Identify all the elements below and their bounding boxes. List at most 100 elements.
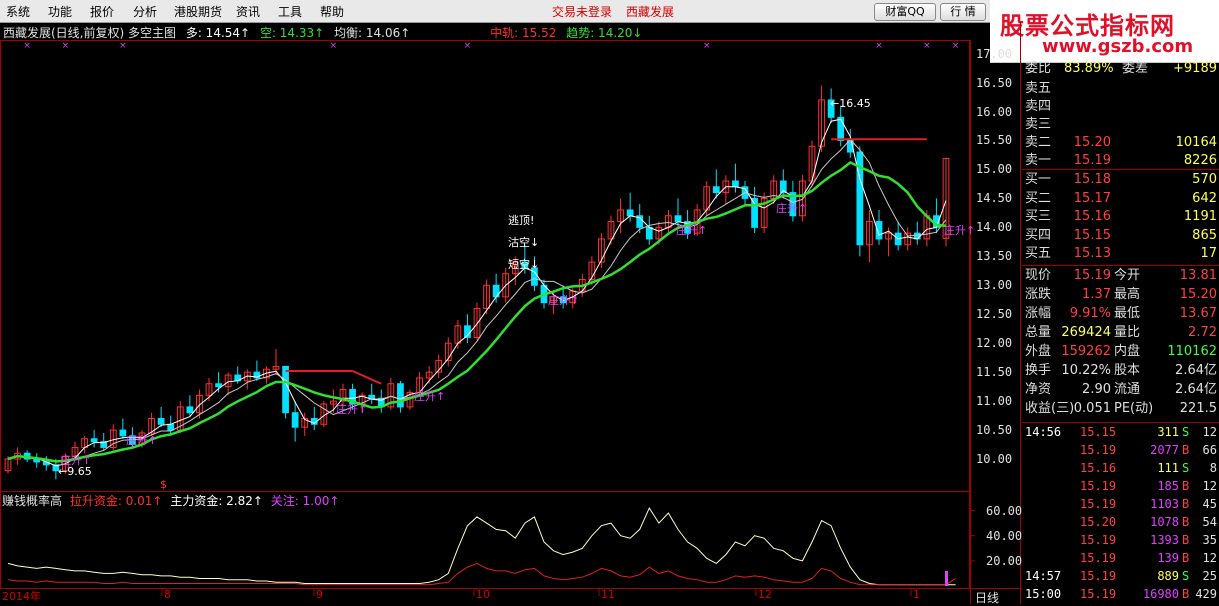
stat-label: 最低: [1114, 306, 1141, 321]
stat-value: 9.91%: [1069, 306, 1111, 321]
stat-label: 最高: [1114, 287, 1141, 302]
ma-short-line: [7, 118, 947, 467]
tick-volume: 2077: [1150, 443, 1179, 457]
indicator-name: 赚钱概率高: [2, 494, 63, 508]
bid-volume: 642: [1192, 190, 1217, 206]
candle-body: [119, 429, 127, 437]
tick-time: 14:56: [1025, 425, 1062, 439]
date-tick-label: 1: [913, 588, 920, 601]
tick-side: B: [1182, 443, 1190, 457]
stat-label: 流通: [1114, 382, 1141, 397]
tick-time: 15:00: [1025, 587, 1062, 601]
bid-price: 15.13: [1073, 246, 1111, 261]
price-tick-label: 12.00: [976, 336, 1013, 351]
tick-price: 15.19: [1080, 533, 1117, 547]
candle-body: [167, 423, 175, 431]
ask-price: 15.20: [1073, 135, 1111, 150]
price-tick-label: 10.50: [976, 423, 1013, 438]
indicator-tick-label: 20.00: [986, 553, 1023, 568]
tick-row: 14:57 15.19 889 S 25: [1022, 568, 1219, 585]
bid-volume: 1191: [1183, 209, 1217, 224]
panel-divider: [1022, 422, 1219, 423]
price-tick-label: 16.00: [976, 104, 1013, 119]
zhusheng-signal: 庄升↑: [414, 390, 446, 403]
kline-chart[interactable]: × × × × × × × × ×: [0, 0, 1022, 604]
tick-volume: 111: [1157, 461, 1179, 475]
tick-count: 12: [1202, 551, 1217, 565]
period-label[interactable]: 日线: [975, 589, 999, 606]
stat-value: 10.22%: [1061, 363, 1111, 378]
tick-volume: 889: [1157, 569, 1179, 583]
jiekong-signal: 沽空↓: [508, 236, 540, 249]
tick-price: 15.15: [1080, 425, 1117, 439]
bid-price: 15.17: [1073, 190, 1111, 206]
tick-row: 14:56 15.15 311 S 12: [1022, 424, 1219, 441]
weicha-value: +9189: [1173, 61, 1217, 76]
duankong-signal: 短空↓: [508, 258, 540, 271]
zhusheng-signal: 庄升↑: [776, 202, 808, 215]
price-tick-label: 12.50: [976, 307, 1013, 322]
ask-label: 卖一: [1025, 153, 1052, 168]
stat-value: 110162: [1167, 344, 1217, 359]
tick-side: B: [1182, 533, 1190, 547]
tick-row: 15.16 111 S 8: [1022, 460, 1219, 477]
bid-label: 买四: [1025, 227, 1052, 243]
ask-row: 卖三: [1022, 116, 1219, 134]
stat-value: 2.72: [1188, 325, 1217, 340]
tick-price: 15.19: [1080, 497, 1117, 511]
price-tick-label: 15.00: [976, 162, 1013, 177]
tick-count: 45: [1202, 497, 1217, 511]
tick-side: B: [1182, 587, 1190, 601]
stat-value: 2.90: [1082, 382, 1111, 397]
stat-value: 159262: [1061, 344, 1111, 359]
tick-volume: 311: [1157, 425, 1179, 439]
bid-price: 15.15: [1073, 227, 1111, 243]
tick-row: 15.19 1103 B 45: [1022, 496, 1219, 513]
weibi-label: 委比: [1025, 61, 1052, 76]
bid-volume: 865: [1192, 227, 1217, 243]
order-ratio-row: 委比 83.89% 委差 +9189: [1022, 60, 1219, 78]
stat-label: 换手: [1025, 363, 1052, 378]
tick-volume: 1078: [1150, 515, 1179, 529]
tick-row: 15.19 1393 B 35: [1022, 532, 1219, 549]
indicator-bar: [945, 570, 948, 586]
signal-marker: ×: [23, 41, 31, 51]
tick-count: 12: [1202, 479, 1217, 493]
tick-side: S: [1182, 425, 1190, 439]
ask-row: 卖一 15.19 8226: [1022, 152, 1219, 170]
stat-value: 15.20: [1179, 287, 1217, 302]
zhusheng-signal: 庄升↑: [676, 224, 708, 237]
date-tick-label: 11: [601, 588, 615, 601]
date-tick-label: 9: [316, 588, 323, 601]
price-tick-label: 11.00: [976, 394, 1013, 409]
ask-volume: 10164: [1175, 135, 1217, 150]
date-tick-label: 8: [164, 588, 171, 601]
stat-value: 2.64亿: [1175, 363, 1217, 378]
price-tick-label: 10.00: [976, 452, 1013, 467]
tick-count: 54: [1202, 515, 1217, 529]
stat-value: 221.5: [1179, 401, 1217, 416]
candle-body: [282, 365, 289, 414]
stat-label: 量比: [1114, 325, 1141, 340]
stat-row: 现价 15.19 今开 13.81: [1022, 267, 1219, 285]
stat-value: 2.64亿: [1175, 382, 1217, 397]
price-tick-label: 14.00: [976, 220, 1013, 235]
price-tick-label: 15.50: [976, 133, 1013, 148]
signal-marker: ×: [119, 41, 127, 51]
bid-label: 买五: [1025, 246, 1052, 261]
tick-row: 15.19 139 B 12: [1022, 550, 1219, 567]
tick-side: S: [1182, 461, 1190, 475]
zhusheng-signal: 庄升↑: [944, 224, 976, 237]
date-tick-label: 12: [758, 588, 772, 601]
signal-marker: ×: [62, 41, 70, 51]
bid-row: 买四 15.15 865: [1022, 227, 1219, 245]
signal-marker: ×: [923, 41, 931, 51]
signal-marker: ×: [330, 41, 338, 51]
bid-volume: 570: [1192, 172, 1217, 187]
tick-volume: 139: [1157, 551, 1179, 565]
price-tick-label: 17.00: [976, 46, 1013, 61]
price-tick-label: 13.00: [976, 278, 1013, 293]
candle-body: [397, 383, 404, 408]
bid-price: 15.16: [1073, 209, 1111, 224]
stat-label: 今开: [1114, 268, 1141, 283]
